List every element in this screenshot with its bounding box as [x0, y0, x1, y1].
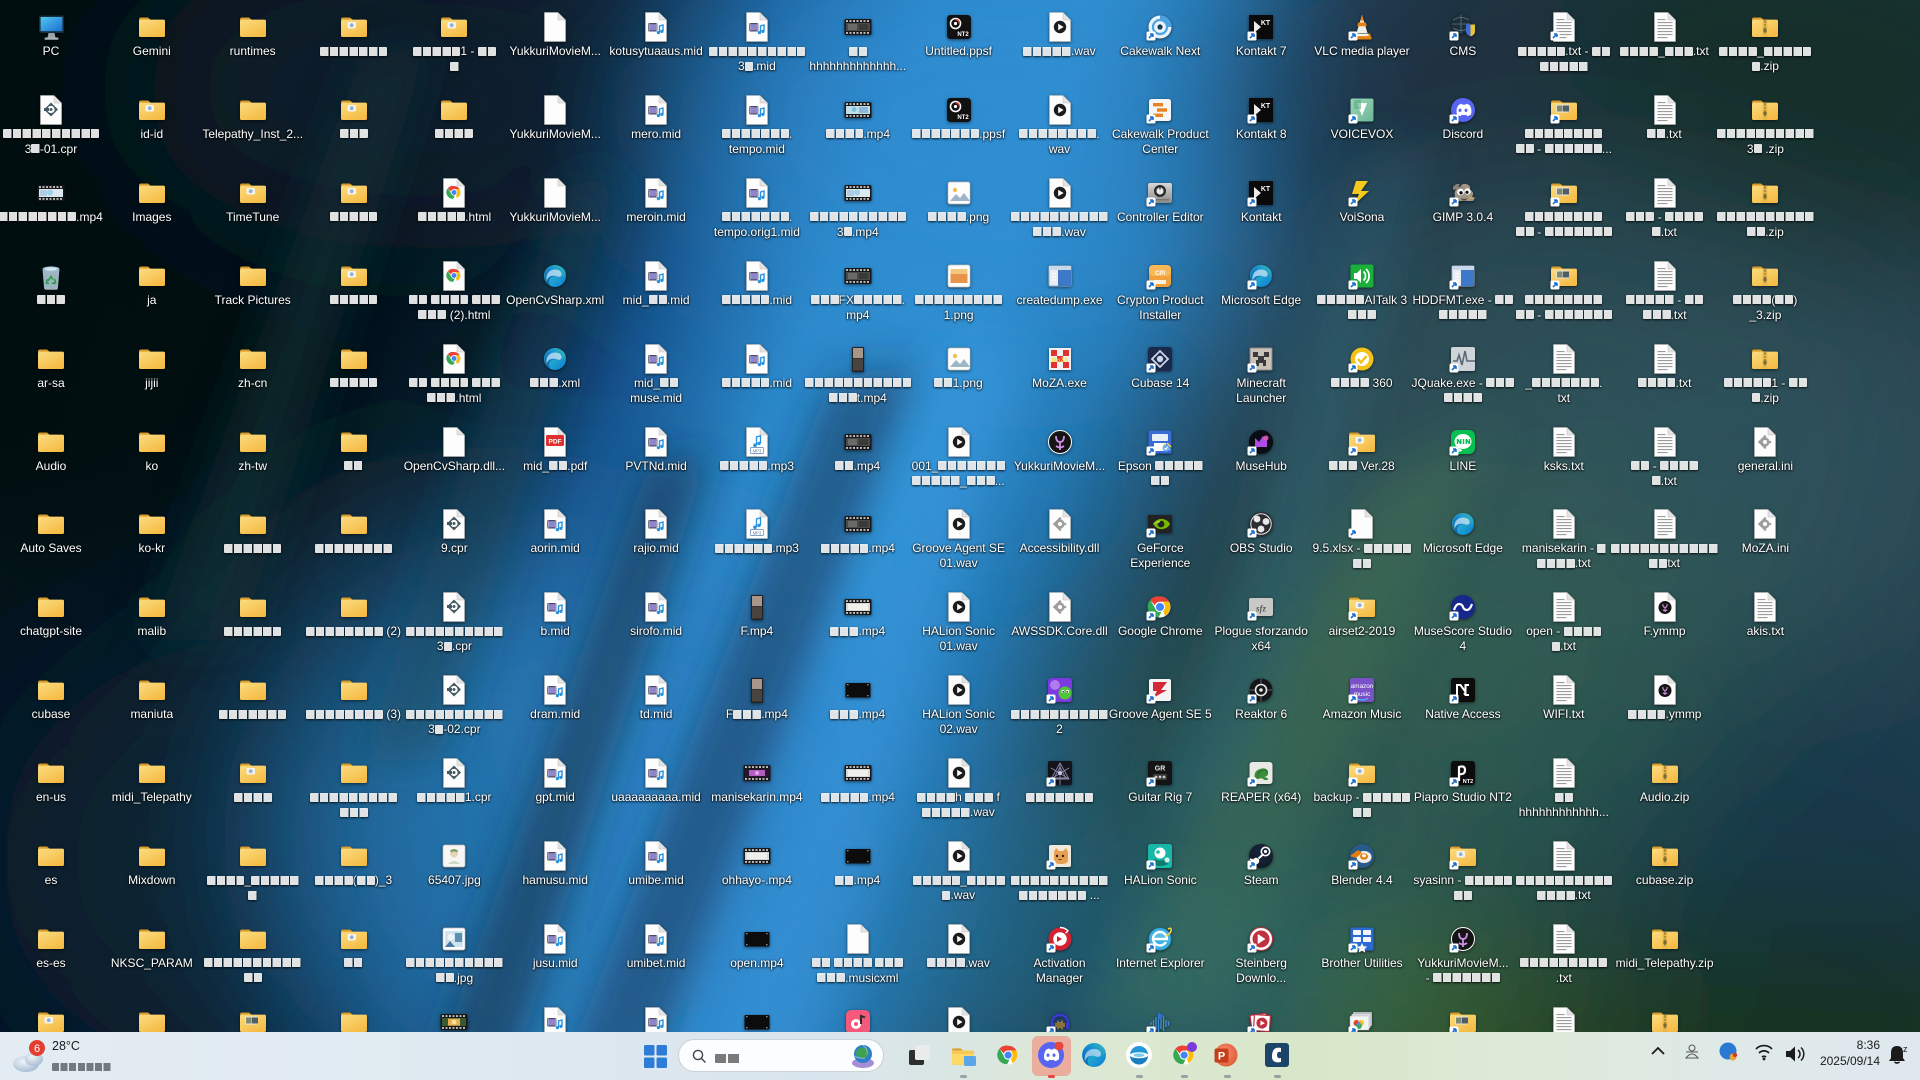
svg-text:6: 6: [34, 1043, 40, 1055]
svg-text:z: z: [1903, 1044, 1908, 1054]
svg-text:P: P: [1218, 1051, 1225, 1063]
